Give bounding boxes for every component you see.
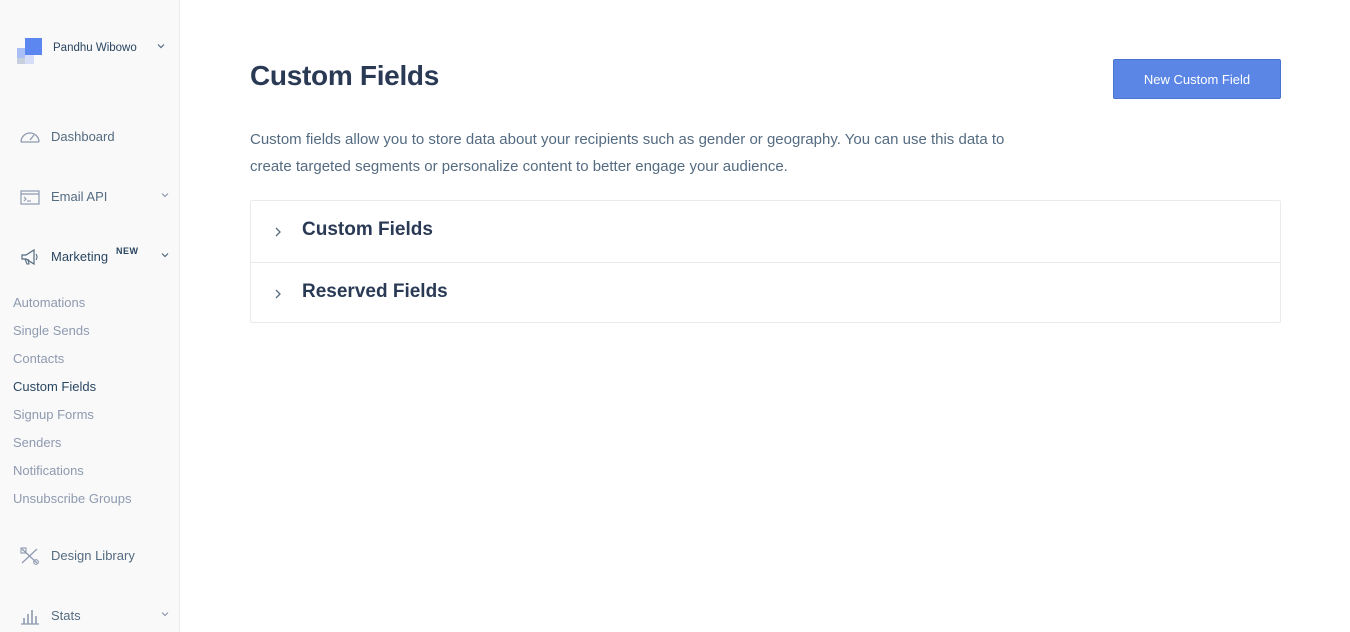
accordion-reserved-fields[interactable]: Reserved Fields <box>251 262 1280 323</box>
page-description: Custom fields allow you to store data ab… <box>250 131 1005 175</box>
chevron-down-icon <box>161 611 171 621</box>
sidebar-item-design-library[interactable]: Design Library <box>0 541 180 571</box>
sidebar-item-label: Stats <box>51 608 81 623</box>
sidebar-item-stats[interactable]: Stats <box>0 601 180 631</box>
sidebar-subitem-senders[interactable]: Senders <box>13 435 61 450</box>
terminal-window-icon <box>19 187 41 207</box>
brand-logo-icon <box>17 38 43 64</box>
chevron-down-icon <box>157 43 167 53</box>
chevron-right-icon <box>273 287 283 299</box>
sidebar-subitem-single-sends[interactable]: Single Sends <box>13 323 90 338</box>
new-badge: NEW <box>116 246 139 256</box>
accordion-title: Custom Fields <box>302 219 433 240</box>
sidebar-subitem-contacts[interactable]: Contacts <box>13 351 64 366</box>
sidebar-item-label: Marketing <box>51 249 109 264</box>
megaphone-icon <box>19 247 41 267</box>
chevron-right-icon <box>273 225 283 237</box>
sidebar-item-email-api[interactable]: Email API <box>0 182 180 212</box>
sidebar-subitem-automations[interactable]: Automations <box>13 295 85 310</box>
chevron-down-icon <box>161 192 171 202</box>
sidebar-item-marketing[interactable]: Marketing NEW <box>0 242 180 272</box>
sidebar-subitem-notifications[interactable]: Notifications <box>13 463 84 478</box>
stats-chart-icon <box>19 606 41 626</box>
page-title: Custom Fields <box>250 60 440 91</box>
accordion-title: Reserved Fields <box>302 281 448 302</box>
sidebar-item-label: Dashboard <box>51 129 115 144</box>
dashboard-gauge-icon <box>19 127 41 147</box>
sidebar-subitem-custom-fields[interactable]: Custom Fields <box>13 379 96 394</box>
fields-accordion: Custom Fields Reserved Fields <box>250 200 1281 323</box>
sidebar-item-dashboard[interactable]: Dashboard <box>0 122 180 152</box>
sidebar-item-label: Design Library <box>51 548 135 563</box>
design-tools-icon <box>19 546 41 566</box>
account-name: Pandhu Wibowo <box>53 42 137 54</box>
sidebar: Pandhu Wibowo Dashboard Email API Market… <box>0 0 180 632</box>
new-custom-field-button[interactable]: New Custom Field <box>1113 59 1281 99</box>
account-switcher[interactable]: Pandhu Wibowo <box>0 32 180 66</box>
sidebar-subitem-unsubscribe-groups[interactable]: Unsubscribe Groups <box>13 491 132 506</box>
sidebar-item-label: Email API <box>51 189 108 204</box>
chevron-down-icon <box>161 252 171 262</box>
accordion-custom-fields[interactable]: Custom Fields <box>251 201 1280 262</box>
sidebar-subitem-signup-forms[interactable]: Signup Forms <box>13 407 94 422</box>
